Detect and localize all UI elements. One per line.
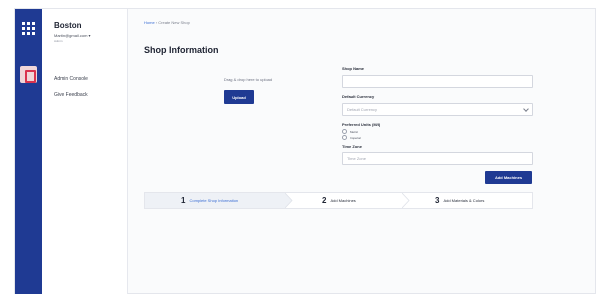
time-zone-placeholder: Time Zone — [347, 156, 366, 161]
page-title: Shop Information — [144, 45, 219, 55]
upload-button[interactable]: Upload — [224, 90, 254, 104]
app-rail — [15, 9, 42, 294]
breadcrumb: Home › Create New Shop — [144, 20, 190, 25]
add-machines-button[interactable]: Add Machines — [485, 171, 532, 184]
breadcrumb-current: Create New Shop — [158, 20, 190, 25]
step-label: Add Machines — [330, 198, 356, 203]
step-divider-icon — [402, 193, 410, 208]
org-name[interactable]: Boston — [54, 21, 82, 30]
default-currency-placeholder: Default Currency — [347, 107, 378, 112]
breadcrumb-home[interactable]: Home — [144, 20, 155, 25]
progress-stepper: 1 Complete Shop Information 2 Add Machin… — [144, 192, 533, 209]
units-option-metric[interactable]: Metric — [342, 129, 358, 134]
step-1[interactable]: 1 Complete Shop Information — [181, 193, 238, 208]
dropzone-text: Drag & drop here to upload — [223, 77, 273, 82]
step-2[interactable]: 2 Add Machines — [322, 193, 356, 208]
admin-console-link[interactable]: Admin Console — [54, 76, 88, 82]
time-zone-input[interactable]: Time Zone — [342, 152, 533, 165]
units-option-label: Metric — [350, 129, 359, 134]
time-zone-label: Time Zone — [342, 144, 362, 149]
step-number: 3 — [435, 196, 440, 205]
shop-name-label: Shop Name — [342, 66, 365, 71]
step-label: Add Materials & Colors — [443, 198, 485, 203]
chevron-down-icon — [523, 106, 529, 112]
logo-dropzone[interactable]: Drag & drop here to upload — [198, 77, 298, 82]
shop-icon[interactable] — [20, 66, 37, 83]
give-feedback-link[interactable]: Give Feedback — [54, 92, 88, 98]
step-label: Complete Shop Information — [189, 198, 239, 203]
default-currency-select[interactable]: Default Currency — [342, 103, 533, 116]
apps-grid-icon[interactable] — [22, 22, 35, 35]
units-option-label: Imperial — [350, 135, 361, 140]
chevron-down-icon: ▾ — [88, 33, 91, 38]
step-number: 1 — [181, 196, 186, 205]
preferred-units-label: Preferred Units (M/I) — [342, 122, 381, 127]
units-option-imperial[interactable]: Imperial — [342, 135, 361, 140]
step-number: 2 — [322, 196, 327, 205]
default-currency-label: Default Currency — [342, 94, 375, 99]
side-panel: Boston Martin@gmail.com ▾ Admin Admin Co… — [42, 9, 128, 294]
radio-metric[interactable] — [342, 129, 347, 134]
step-3[interactable]: 3 Add Materials & Colors — [435, 193, 484, 208]
breadcrumb-separator: › — [155, 20, 158, 25]
radio-imperial[interactable] — [342, 135, 347, 140]
org-email[interactable]: Martin@gmail.com ▾ — [54, 33, 91, 38]
org-email-text: Martin@gmail.com — [54, 33, 88, 38]
shop-name-input[interactable] — [342, 75, 533, 88]
org-role: Admin — [54, 39, 63, 43]
main-content: Home › Create New Shop Shop Information … — [128, 9, 595, 294]
step-divider-icon — [285, 193, 293, 208]
